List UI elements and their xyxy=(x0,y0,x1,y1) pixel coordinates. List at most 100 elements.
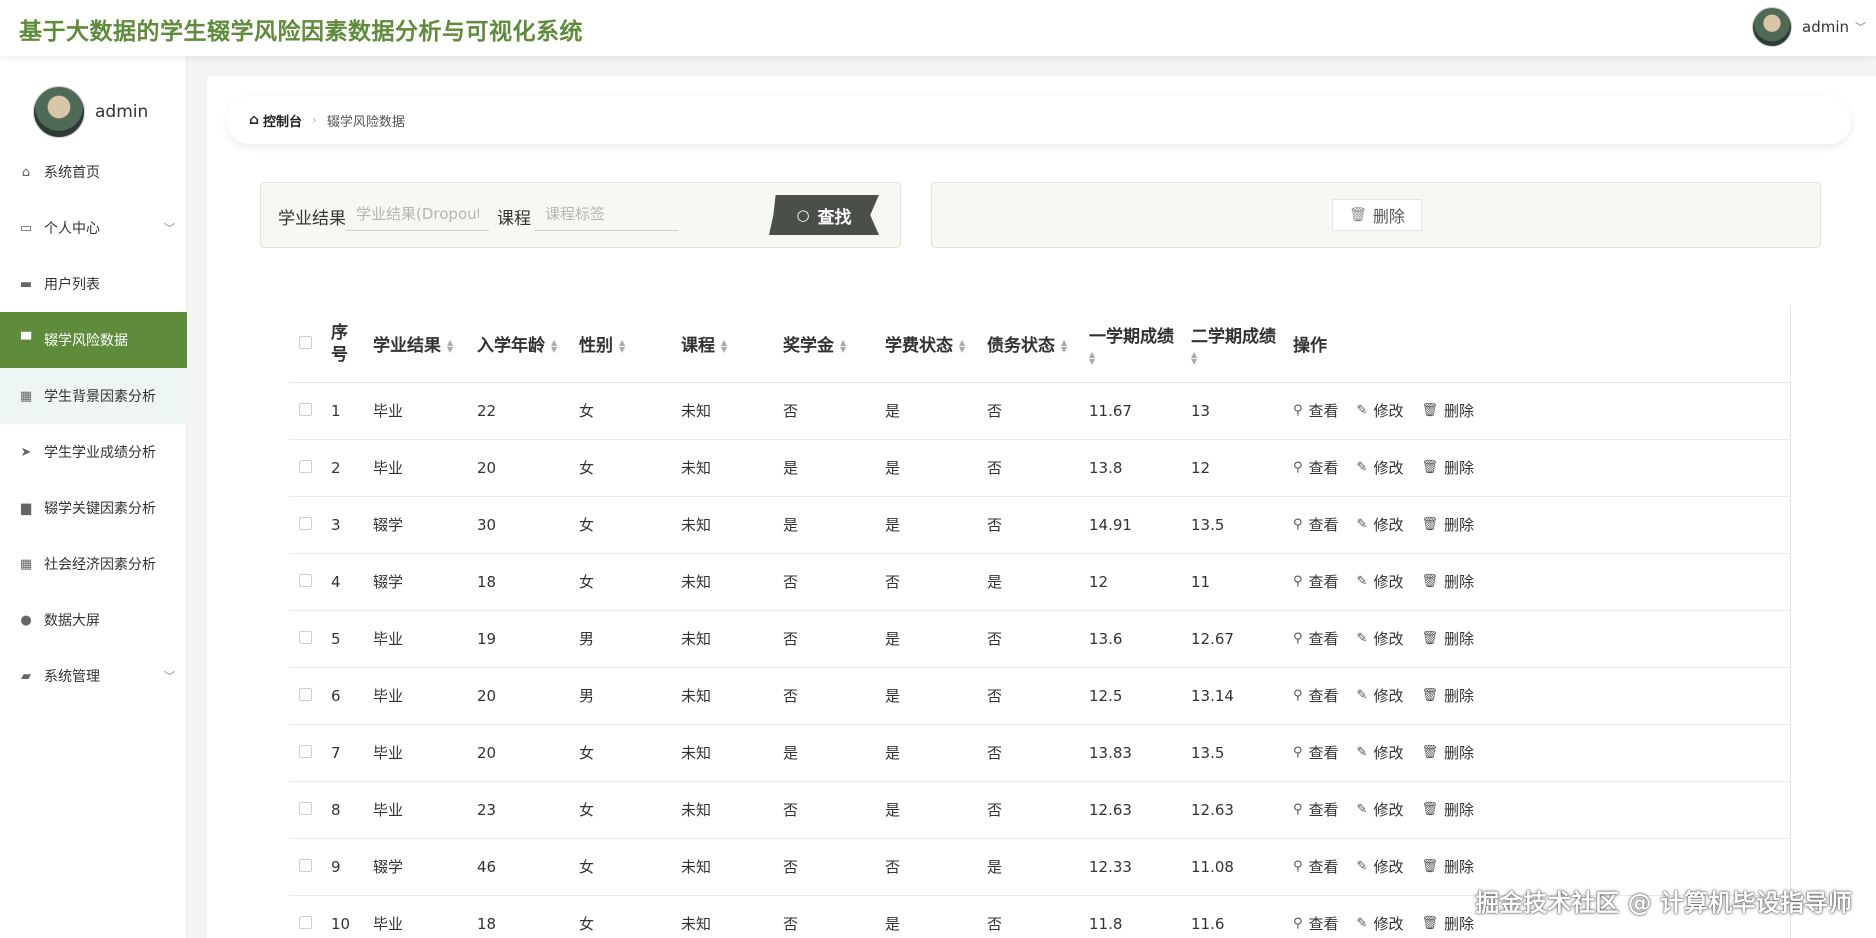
sidebar-item-label[interactable]: 系统管理 xyxy=(44,666,100,686)
delete-label[interactable]: 删除 xyxy=(1444,628,1474,649)
header-course[interactable]: 课程 ▲ ▼ xyxy=(681,306,783,383)
sort-icon[interactable]: ▲ ▼ xyxy=(1089,351,1183,366)
view-label[interactable]: 查看 xyxy=(1309,457,1339,478)
row-checkbox[interactable] xyxy=(299,573,312,587)
delete-label[interactable]: 删除 xyxy=(1444,457,1474,478)
row-checkbox[interactable] xyxy=(299,858,312,872)
row-checkbox[interactable] xyxy=(299,516,312,530)
chevron-down-icon[interactable]: ﹀ xyxy=(1855,19,1866,35)
sidebar-item[interactable]: ● 数据大屏 xyxy=(0,592,187,648)
sidebar-item-label[interactable]: 辍学关键因素分析 xyxy=(44,498,156,518)
delete-button[interactable]: 🗑 删除 xyxy=(1421,514,1474,535)
delete-button[interactable]: 🗑 删除 xyxy=(1421,799,1474,820)
view-label[interactable]: 查看 xyxy=(1309,913,1339,934)
header-gender[interactable]: 性别 ▲ ▼ xyxy=(579,306,681,383)
view-label[interactable]: 查看 xyxy=(1309,742,1339,763)
sidebar-item-label[interactable]: 社会经济因素分析 xyxy=(44,554,156,574)
avatar[interactable] xyxy=(1752,7,1792,47)
header-debt[interactable]: 债务状态 ▲ ▼ xyxy=(987,306,1089,383)
view-label[interactable]: 查看 xyxy=(1309,571,1339,592)
view-label[interactable]: 查看 xyxy=(1309,685,1339,706)
sidebar-item[interactable]: ▰ 系统管理 ﹀ xyxy=(0,648,187,704)
sidebar-item[interactable]: ▭ 个人中心 ﹀ xyxy=(0,200,187,256)
header-tuition[interactable]: 学费状态 ▲ ▼ xyxy=(885,306,987,383)
edit-button[interactable]: ✎ 修改 xyxy=(1357,628,1404,649)
edit-label[interactable]: 修改 xyxy=(1373,742,1403,763)
delete-button[interactable]: 🗑 删除 xyxy=(1421,400,1474,421)
edit-label[interactable]: 修改 xyxy=(1373,628,1403,649)
delete-label[interactable]: 删除 xyxy=(1444,685,1474,706)
edit-button[interactable]: ✎ 修改 xyxy=(1357,400,1404,421)
sidebar-item-label[interactable]: 辍学风险数据 xyxy=(44,330,128,350)
sort-icon[interactable]: ▲ ▼ xyxy=(721,339,727,354)
row-checkbox[interactable] xyxy=(299,801,312,815)
delete-label[interactable]: 删除 xyxy=(1444,799,1474,820)
sidebar-item[interactable]: ▬ 用户列表 xyxy=(0,256,187,312)
delete-label[interactable]: 删除 xyxy=(1444,571,1474,592)
view-button[interactable]: ⚲ 查看 xyxy=(1293,856,1339,877)
sort-icon[interactable]: ▲ ▼ xyxy=(840,339,846,354)
delete-button[interactable]: 🗑 删除 xyxy=(1421,742,1474,763)
sort-icon[interactable]: ▲ ▼ xyxy=(959,339,965,354)
sidebar-item[interactable]: ▦ 学生背景因素分析 xyxy=(0,368,187,424)
sort-icon[interactable]: ▲ ▼ xyxy=(1191,351,1285,366)
view-button[interactable]: ⚲ 查看 xyxy=(1293,913,1339,934)
view-button[interactable]: ⚲ 查看 xyxy=(1293,628,1339,649)
edit-button[interactable]: ✎ 修改 xyxy=(1357,913,1404,934)
chevron-down-icon[interactable]: ﹀ xyxy=(164,220,175,236)
batch-delete-button[interactable]: 🗑 删除 xyxy=(1332,199,1422,231)
sidebar-item[interactable]: ▆ 辍学关键因素分析 xyxy=(0,480,187,536)
delete-label[interactable]: 删除 xyxy=(1444,742,1474,763)
view-label[interactable]: 查看 xyxy=(1309,856,1339,877)
course-input[interactable] xyxy=(535,197,678,231)
view-button[interactable]: ⚲ 查看 xyxy=(1293,799,1339,820)
edit-label[interactable]: 修改 xyxy=(1373,685,1403,706)
row-select-cell[interactable] xyxy=(289,382,331,440)
view-button[interactable]: ⚲ 查看 xyxy=(1293,571,1339,592)
row-select-cell[interactable] xyxy=(289,610,331,668)
view-button[interactable]: ⚲ 查看 xyxy=(1293,742,1339,763)
edit-button[interactable]: ✎ 修改 xyxy=(1357,685,1404,706)
delete-label[interactable]: 删除 xyxy=(1444,856,1474,877)
row-select-cell[interactable] xyxy=(289,439,331,497)
search-button-label[interactable]: 查找 xyxy=(818,203,852,228)
user-menu[interactable]: admin ﹀ xyxy=(1752,7,1866,47)
sort-icon[interactable]: ▲ ▼ xyxy=(619,339,625,354)
row-checkbox[interactable] xyxy=(299,402,312,416)
sidebar-item[interactable]: ⌂ 系统首页 xyxy=(0,144,187,200)
view-label[interactable]: 查看 xyxy=(1309,514,1339,535)
result-input[interactable] xyxy=(346,197,489,231)
edit-button[interactable]: ✎ 修改 xyxy=(1357,514,1404,535)
row-select-cell[interactable] xyxy=(289,838,331,896)
view-button[interactable]: ⚲ 查看 xyxy=(1293,400,1339,421)
select-all-cell[interactable] xyxy=(289,306,331,383)
delete-button[interactable]: 🗑 删除 xyxy=(1421,628,1474,649)
user-name[interactable]: admin xyxy=(1802,18,1849,36)
sidebar-item-label[interactable]: 数据大屏 xyxy=(44,610,100,630)
view-button[interactable]: ⚲ 查看 xyxy=(1293,685,1339,706)
view-label[interactable]: 查看 xyxy=(1309,400,1339,421)
search-button[interactable]: ○ 查找 xyxy=(769,195,879,235)
edit-button[interactable]: ✎ 修改 xyxy=(1357,856,1404,877)
breadcrumb-home-label[interactable]: 控制台 xyxy=(263,111,302,130)
row-checkbox[interactable] xyxy=(299,687,312,701)
view-button[interactable]: ⚲ 查看 xyxy=(1293,514,1339,535)
row-select-cell[interactable] xyxy=(289,553,331,611)
view-label[interactable]: 查看 xyxy=(1309,628,1339,649)
row-checkbox[interactable] xyxy=(299,915,312,929)
sort-icon[interactable]: ▲ ▼ xyxy=(1061,339,1067,354)
header-scholarship[interactable]: 奖学金 ▲ ▼ xyxy=(783,306,885,383)
sidebar-item-label[interactable]: 系统首页 xyxy=(44,162,100,182)
edit-label[interactable]: 修改 xyxy=(1373,799,1403,820)
edit-label[interactable]: 修改 xyxy=(1373,856,1403,877)
delete-button[interactable]: 🗑 删除 xyxy=(1421,856,1474,877)
sidebar-item[interactable]: ➤ 学生学业成绩分析 xyxy=(0,424,187,480)
edit-button[interactable]: ✎ 修改 xyxy=(1357,742,1404,763)
sort-icon[interactable]: ▲ ▼ xyxy=(551,339,557,354)
edit-label[interactable]: 修改 xyxy=(1373,400,1403,421)
view-button[interactable]: ⚲ 查看 xyxy=(1293,457,1339,478)
row-select-cell[interactable] xyxy=(289,781,331,839)
sidebar-item[interactable]: ▦ 社会经济因素分析 xyxy=(0,536,187,592)
sidebar-item-label[interactable]: 学生学业成绩分析 xyxy=(44,442,156,462)
delete-label[interactable]: 删除 xyxy=(1444,514,1474,535)
